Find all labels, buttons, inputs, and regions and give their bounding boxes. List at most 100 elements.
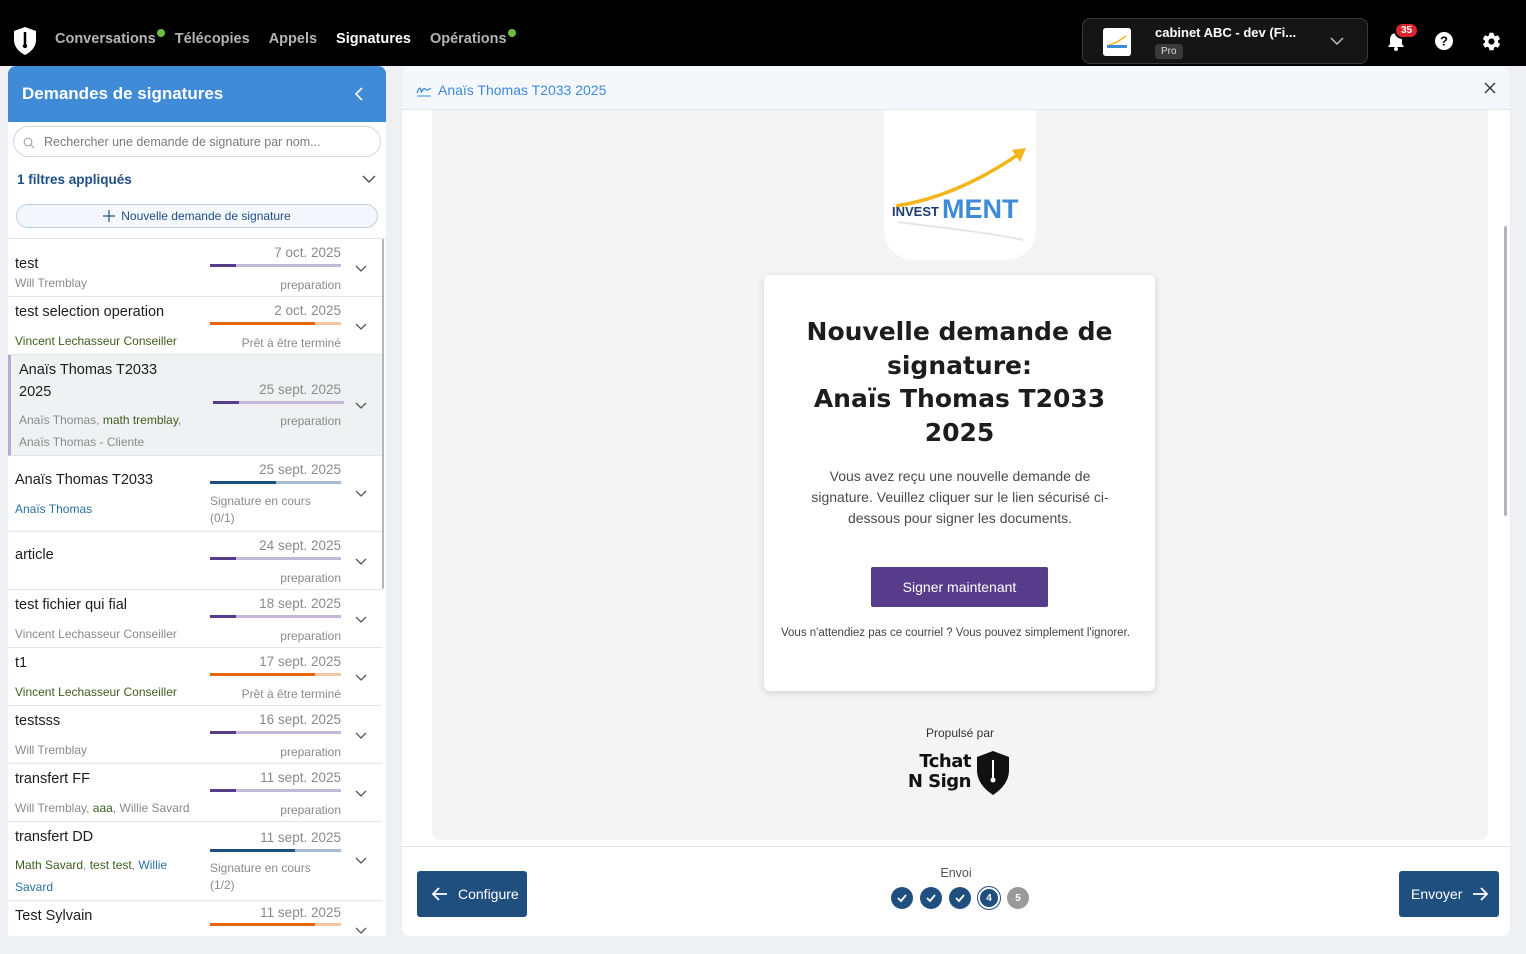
nav-appels[interactable]: Appels: [269, 31, 317, 47]
request-status: preparation: [280, 571, 341, 585]
request-date: 25 sept. 2025: [259, 382, 341, 397]
pen-nib-icon: [977, 751, 1009, 795]
account-switcher[interactable]: cabinet ABC - dev (Fi... Pro: [1082, 18, 1368, 64]
request-list-item[interactable]: Anaïs Thomas T2033 Anaïs Thomas 25 sept. 2…: [8, 456, 382, 532]
request-list-item[interactable]: article 24 sept. 2025 preparation: [8, 532, 382, 590]
request-status: Signature en cours (0/1): [210, 494, 311, 525]
chevron-down-icon[interactable]: [354, 398, 368, 412]
request-participants: Vincent Lechasseur Conseiller: [15, 334, 177, 348]
stepper: 45: [891, 887, 1029, 909]
request-participants: Vincent Lechasseur Conseiller: [15, 627, 177, 641]
request-title: transfert DD: [15, 829, 94, 845]
check-icon: [926, 894, 936, 903]
request-date: 11 sept. 2025: [260, 905, 341, 920]
request-list-item[interactable]: Anaïs Thomas T2033 2025 Anaïs Thomas, mat…: [8, 355, 382, 456]
progress-bar: [210, 673, 341, 676]
progress-bar: [210, 923, 341, 926]
request-participants: Anaïs Thomas: [15, 502, 93, 516]
progress-bar: [210, 264, 341, 267]
tchat-n-sign-logo: Tchat N Sign: [907, 748, 1013, 798]
request-title: t1: [15, 655, 28, 671]
chevron-down-icon[interactable]: [354, 923, 368, 936]
chevron-down-icon[interactable]: [354, 261, 368, 275]
panel-header: Demandes de signatures: [8, 66, 386, 122]
email-preview: INVEST MENT Nouvelle demande de signatur…: [432, 110, 1488, 840]
request-status: preparation: [280, 745, 341, 759]
detail-scrollbar[interactable]: [1504, 226, 1507, 516]
progress-bar: [210, 481, 341, 484]
step-label: Envoi: [940, 866, 972, 880]
nav-t-l-copies[interactable]: Télécopies: [175, 31, 250, 47]
chevron-down-icon[interactable]: [354, 554, 368, 568]
main-nav: Conversations Télécopies Appels Signatures O…: [55, 29, 516, 47]
chevron-down-icon[interactable]: [354, 786, 368, 800]
brand-logo: INVEST MENT: [884, 110, 1036, 260]
help-icon[interactable]: ?: [1434, 31, 1454, 51]
request-status: Prêt à être terminé: [241, 336, 341, 350]
signature-icon: [416, 87, 432, 97]
nav-op-rations[interactable]: Opérations: [430, 29, 516, 47]
account-name: cabinet ABC - dev (Fi...: [1155, 25, 1297, 40]
step-4: 4: [978, 887, 1000, 909]
plus-icon: [103, 210, 116, 222]
signature-requests-panel: Demandes de signatures 1 filtres appliqu…: [8, 66, 386, 936]
nav-signatures[interactable]: Signatures: [336, 31, 411, 47]
request-date: 18 sept. 2025: [259, 596, 341, 611]
wizard-footer: Configure Envoi 45 Envoyer: [402, 846, 1510, 936]
request-title: Anaïs Thomas T2033 2025: [19, 362, 158, 400]
request-list-item[interactable]: transfert DD Math Savard, test test, Will…: [8, 822, 382, 901]
app-logo-icon[interactable]: [12, 26, 38, 56]
send-button[interactable]: Envoyer: [1399, 871, 1499, 917]
request-participants: Will Tremblay, aaa, Willie Savard: [15, 801, 190, 815]
email-note: Vous n'attendiez pas ce courriel ? Vous …: [781, 627, 1130, 639]
chevron-left-icon[interactable]: [352, 86, 368, 102]
progress-bar: [210, 731, 341, 734]
request-list-item[interactable]: transfert FF Will Tremblay, aaa, Willie S…: [8, 764, 382, 822]
request-title: testsss: [15, 713, 61, 729]
detail-title: Anaïs Thomas T2033 2025: [438, 82, 607, 98]
new-signature-request-button[interactable]: Nouvelle demande de signature: [16, 204, 378, 228]
gear-icon[interactable]: [1481, 31, 1502, 52]
request-list-item[interactable]: t1 Vincent Lechasseur Conseiller 17 sept. …: [8, 648, 382, 706]
panel-title: Demandes de signatures: [22, 84, 224, 103]
requests-list: test Will Tremblay 7 oct. 2025 preparation t…: [8, 238, 386, 936]
search-box: [13, 126, 381, 157]
svg-text:MENT: MENT: [942, 194, 1019, 224]
nav-conversations[interactable]: Conversations: [55, 29, 165, 47]
request-status: Prêt à être terminé: [241, 687, 341, 701]
close-icon[interactable]: [1484, 82, 1496, 94]
status-dot: [507, 29, 516, 37]
chevron-down-icon[interactable]: [354, 486, 368, 500]
notification-badge: 35: [1394, 22, 1420, 39]
sign-now-button[interactable]: Signer maintenant: [871, 567, 1048, 607]
request-date: 11 sept. 2025: [260, 770, 341, 785]
chevron-down-icon[interactable]: [354, 853, 368, 867]
account-logo-icon: [1103, 28, 1131, 56]
chevron-down-icon[interactable]: [354, 670, 368, 684]
request-status: preparation: [280, 278, 341, 292]
request-date: 11 sept. 2025: [260, 830, 341, 845]
detail-header: Anaïs Thomas T2033 2025: [402, 66, 1510, 110]
request-status: preparation: [280, 629, 341, 643]
request-date: 16 sept. 2025: [259, 712, 341, 727]
request-list-item[interactable]: test Will Tremblay 7 oct. 2025 preparation: [8, 239, 382, 297]
request-list-item[interactable]: test fichier qui fial Vincent Lechasseur …: [8, 590, 382, 648]
progress-bar: [210, 615, 341, 618]
progress-bar: [210, 789, 341, 792]
request-list-item[interactable]: testsss Will Tremblay 16 sept. 2025 prepara…: [8, 706, 382, 764]
request-list-item[interactable]: test selection operation Vincent Lechasse…: [8, 297, 382, 355]
step-2: [920, 887, 942, 909]
chevron-down-icon[interactable]: [354, 612, 368, 626]
filters-toggle[interactable]: 1 filtres appliqués: [8, 161, 386, 195]
request-detail-panel: Anaïs Thomas T2033 2025 INVEST MENT Nouv…: [402, 66, 1510, 936]
request-date: 24 sept. 2025: [259, 538, 341, 553]
search-input[interactable]: [44, 132, 364, 152]
chevron-down-icon[interactable]: [354, 319, 368, 333]
check-icon: [897, 894, 907, 903]
request-participants: Will Tremblay: [15, 743, 88, 757]
step-1: [891, 887, 913, 909]
request-title: test fichier qui fial: [15, 597, 128, 613]
request-list-item[interactable]: Test Sylvain 11 sept. 2025: [8, 901, 382, 936]
chevron-down-icon[interactable]: [354, 728, 368, 742]
chevron-down-icon: [362, 175, 376, 183]
